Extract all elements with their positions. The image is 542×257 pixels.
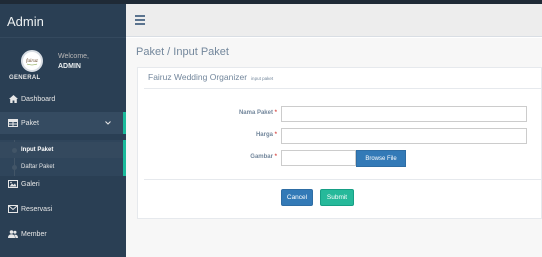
divider — [144, 179, 542, 180]
top-nav — [126, 4, 542, 37]
chevron-down-icon — [105, 120, 111, 127]
users-icon — [8, 230, 18, 239]
sidebar-item-label: Galeri — [21, 180, 40, 188]
sidebar-item-dashboard[interactable]: Dashboard — [0, 88, 126, 110]
section-label: GENERAL — [9, 75, 41, 81]
main-content: Paket / Input Paket Fairuz Wedding Organ… — [126, 38, 542, 257]
form-panel: Fairuz Wedding Organizer input paket Nama… — [137, 67, 542, 219]
profile: fairuz Welcome, ADMIN — [0, 44, 126, 88]
sidebar-item-label: Member — [21, 230, 47, 238]
panel-title-text: Fairuz Wedding Organizer — [148, 72, 248, 82]
panel-subtitle: input paket — [251, 76, 274, 81]
bullet-icon — [12, 164, 17, 170]
sidebar: Admin fairuz Welcome, ADMIN GENERAL Dash… — [0, 4, 126, 257]
harga-input[interactable] — [281, 128, 527, 144]
home-icon — [8, 95, 18, 104]
avatar: fairuz — [21, 50, 43, 72]
submenu-item-label: Input Paket — [21, 147, 54, 153]
divider — [144, 88, 542, 89]
panel-title: Fairuz Wedding Organizer input paket — [148, 72, 273, 82]
submenu-item-input-paket[interactable]: Input Paket — [0, 142, 123, 158]
browse-file-button[interactable]: Browse File — [356, 150, 406, 167]
envelope-icon — [8, 205, 18, 214]
sidebar-item-reservasi[interactable]: Reservasi — [0, 198, 126, 220]
brand[interactable]: Admin — [0, 4, 126, 38]
gambar-file-input[interactable] — [281, 150, 356, 166]
sidebar-item-galeri[interactable]: Galeri — [0, 173, 126, 195]
table-icon — [8, 119, 18, 128]
logo-icon: fairuz — [25, 55, 39, 67]
sidebar-item-member[interactable]: Member — [0, 223, 126, 245]
welcome-text: Welcome, — [58, 53, 89, 60]
submit-button[interactable]: Submit — [320, 189, 354, 206]
menu-toggle-icon[interactable] — [135, 15, 145, 25]
user-name: ADMIN — [58, 63, 81, 70]
svg-text:fairuz: fairuz — [26, 59, 38, 64]
bullet-icon — [12, 147, 17, 153]
picture-icon — [8, 180, 18, 189]
nama-paket-input[interactable] — [281, 106, 527, 122]
sidebar-item-label: Dashboard — [21, 95, 56, 103]
submenu-item-label: Daftar Paket — [21, 164, 55, 170]
nama-paket-label: Nama Paket * — [238, 110, 277, 116]
sidebar-item-label: Reservasi — [21, 205, 53, 213]
app-title[interactable]: Admin — [7, 14, 44, 29]
sidebar-item-paket[interactable]: Paket — [0, 112, 126, 134]
submenu-paket: Input Paket Daftar Paket — [0, 140, 126, 176]
cancel-button[interactable]: Cancel — [281, 189, 313, 206]
gambar-label: Gambar * — [250, 154, 277, 160]
page-title: Paket / Input Paket — [136, 46, 229, 58]
sidebar-item-label: Paket — [21, 119, 39, 127]
harga-label: Harga * — [255, 132, 277, 138]
